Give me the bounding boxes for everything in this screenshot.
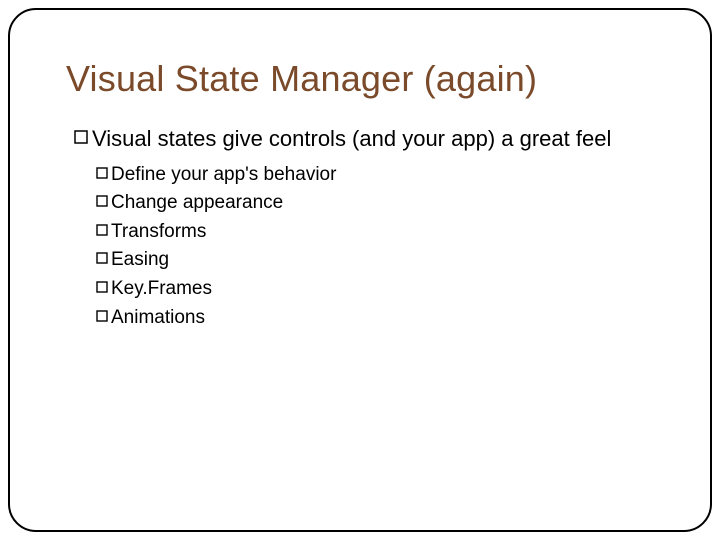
square-bullet-icon	[96, 167, 108, 179]
list-item: Animations	[96, 305, 654, 332]
main-bullet-text: Visual states give controls (and your ap…	[92, 124, 611, 154]
list-item: Easing	[96, 247, 654, 274]
sub-bullet-text: Easing	[111, 247, 169, 274]
list-item: Key.Frames	[96, 276, 654, 303]
main-bullet-row: Visual states give controls (and your ap…	[74, 124, 654, 154]
square-bullet-icon	[96, 195, 108, 207]
list-item: Transforms	[96, 219, 654, 246]
square-bullet-icon	[74, 130, 88, 144]
sub-bullet-text: Change appearance	[111, 190, 283, 217]
sub-bullet-list: Define your app's behavior Change appear…	[96, 162, 654, 332]
square-bullet-icon	[96, 224, 108, 236]
square-bullet-icon	[96, 252, 108, 264]
sub-bullet-text: Key.Frames	[111, 276, 212, 303]
slide-frame: Visual State Manager (again) Visual stat…	[8, 8, 712, 532]
slide-title: Visual State Manager (again)	[66, 58, 654, 100]
list-item: Change appearance	[96, 190, 654, 217]
sub-bullet-text: Animations	[111, 305, 205, 332]
square-bullet-icon	[96, 281, 108, 293]
sub-bullet-text: Transforms	[111, 219, 206, 246]
sub-bullet-text: Define your app's behavior	[111, 162, 336, 189]
list-item: Define your app's behavior	[96, 162, 654, 189]
square-bullet-icon	[96, 310, 108, 322]
